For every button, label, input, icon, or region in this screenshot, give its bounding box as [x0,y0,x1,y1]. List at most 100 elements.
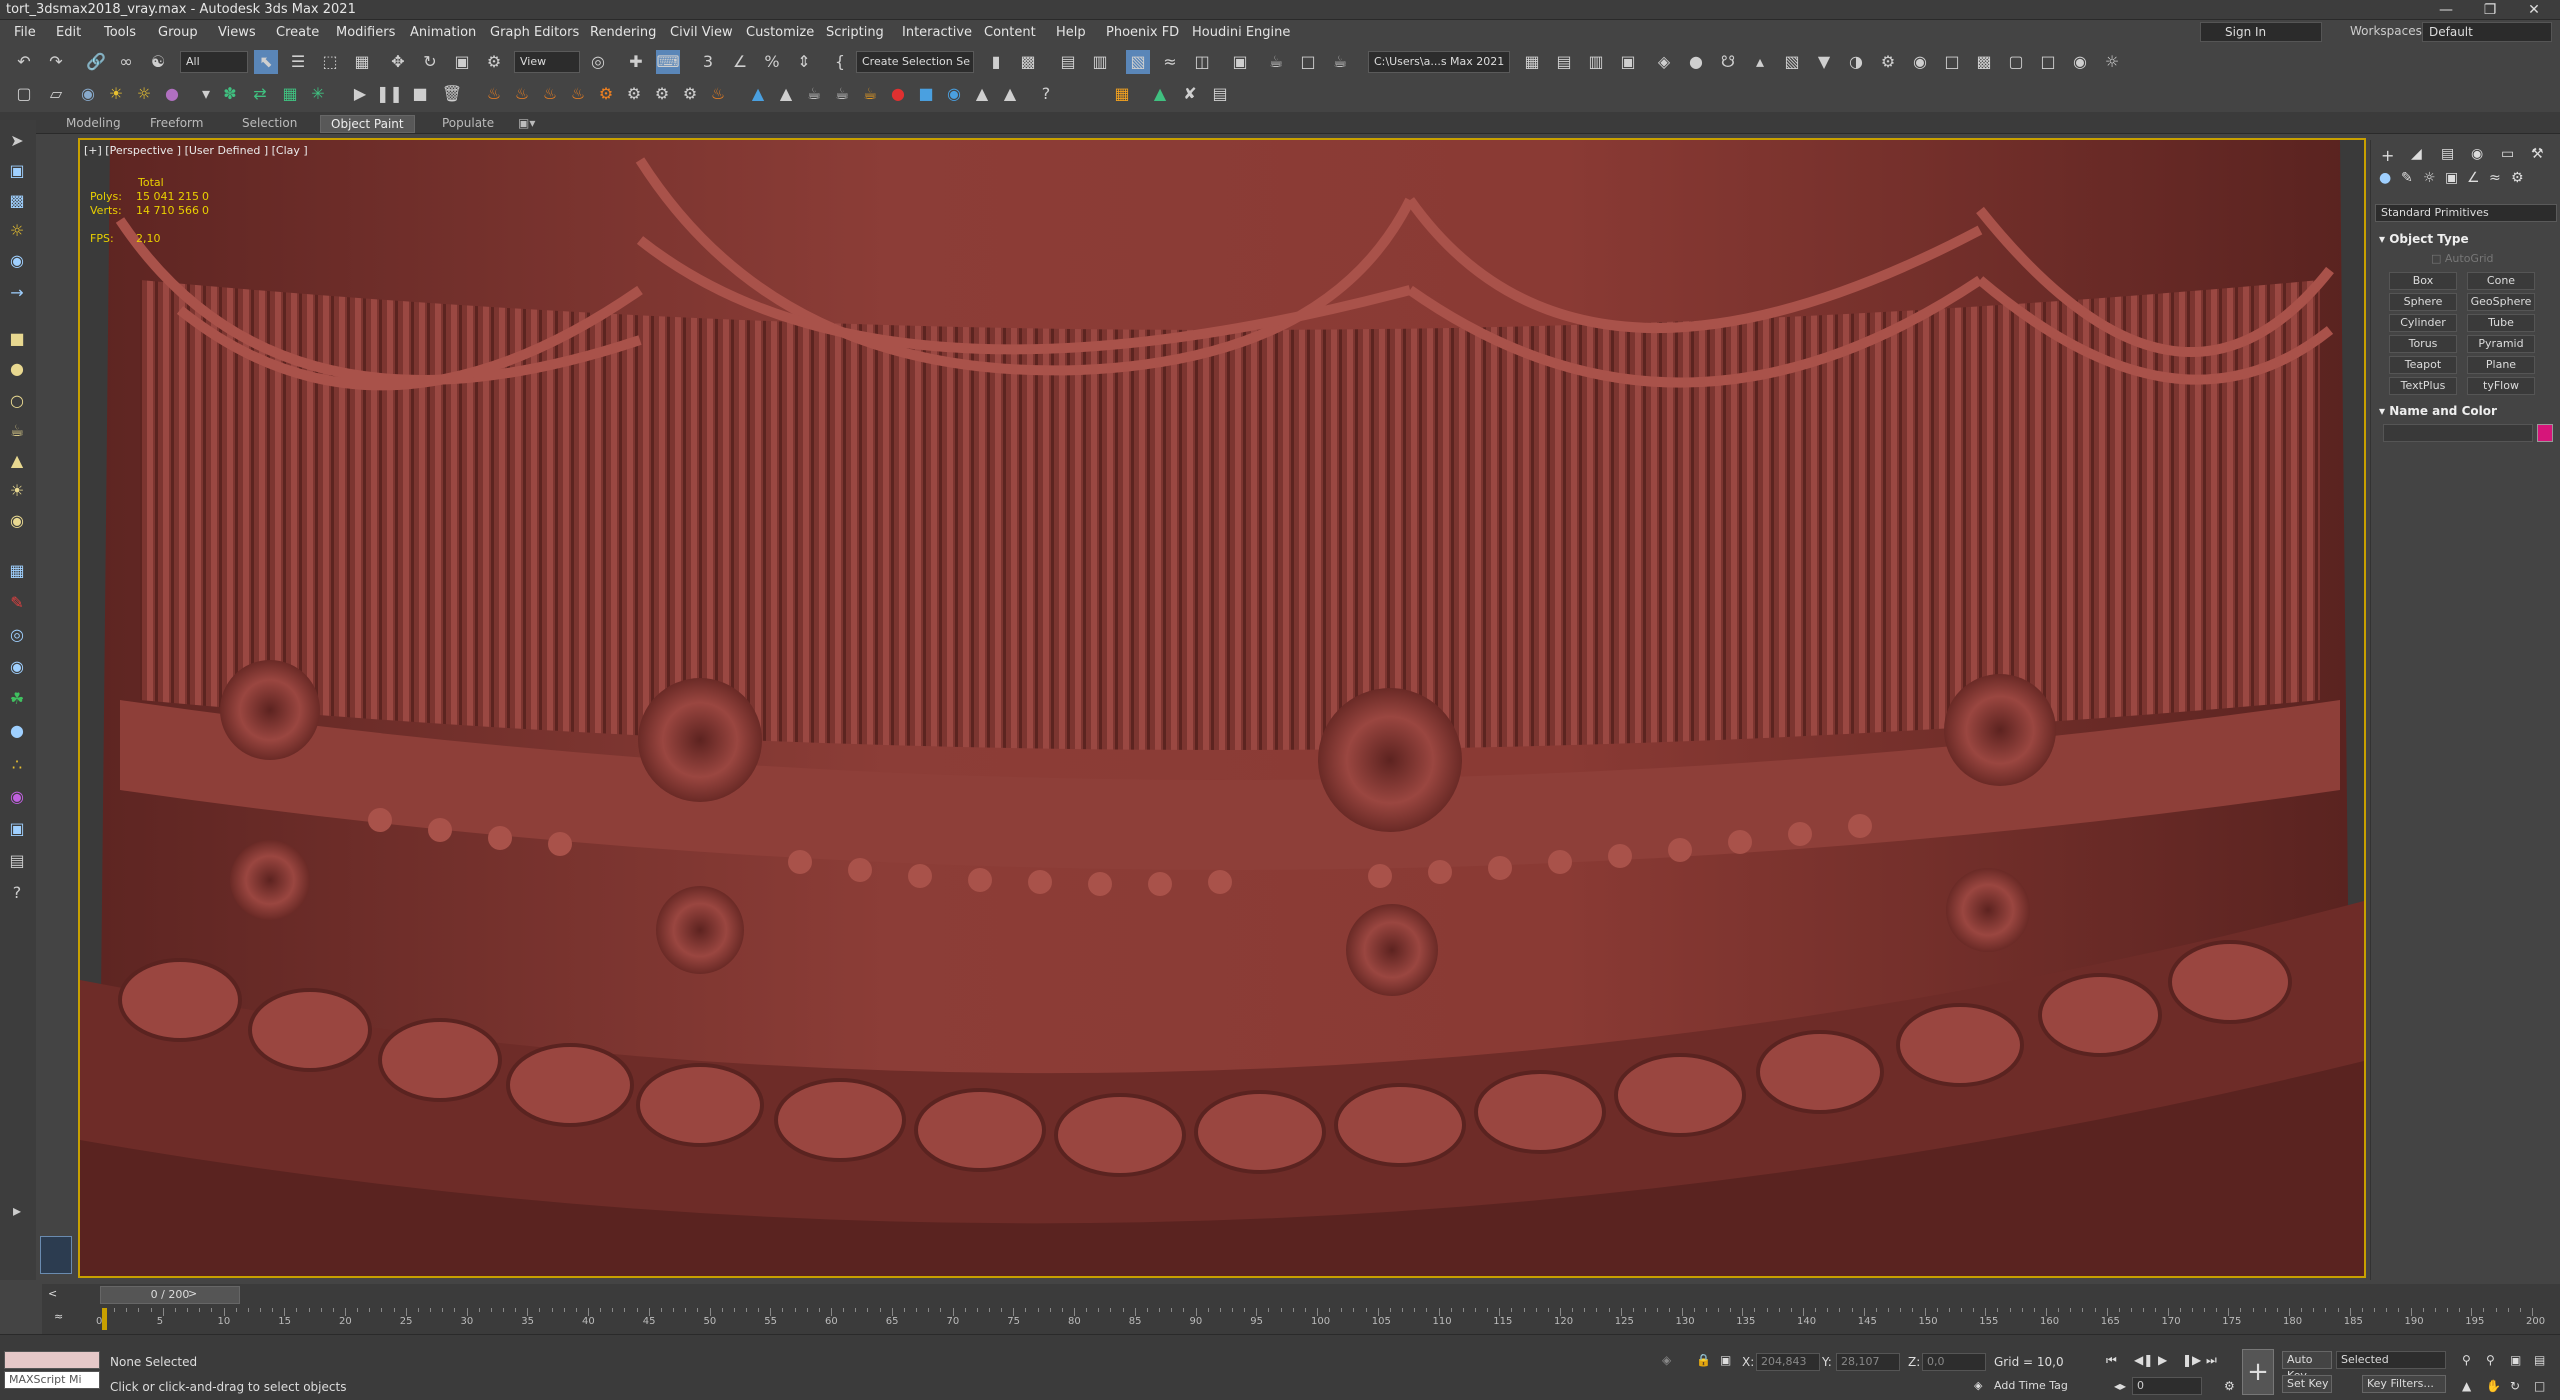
phoenix-sim-icon[interactable]: ⚙ [594,82,618,106]
pause-icon[interactable]: ❚❚ [376,82,403,106]
zoom-extents-all-icon[interactable]: ▤ [2534,1353,2545,1367]
menu-rendering[interactable]: Rendering [590,25,656,40]
motion-tab-icon[interactable]: ◉ [2471,146,2483,162]
sun-icon[interactable]: ☀ [104,82,128,106]
stop-icon[interactable]: ■ [408,82,432,106]
list-icon[interactable]: ▤ [1208,82,1232,106]
viewport-label[interactable]: [+] [Perspective ] [User Defined ] [Clay… [84,144,308,157]
restore-icon[interactable]: ❐ [2468,0,2512,20]
menu-views[interactable]: Views [218,25,256,40]
geosphere-button[interactable]: GeoSphere [2467,293,2535,311]
menu-create[interactable]: Create [276,25,319,40]
maximize-viewport-icon[interactable]: □ [2534,1379,2545,1393]
pivot-center-icon[interactable]: ◎ [586,50,610,74]
sphere-button[interactable]: Sphere [2389,293,2457,311]
modify-icon[interactable]: ▩ [6,190,28,212]
current-time-marker[interactable] [102,1308,107,1330]
phoenix-drop-icon[interactable]: ♨ [706,82,730,106]
named-selection-dropdown[interactable]: Create Selection Se [856,51,974,73]
cone-left-icon[interactable]: ▲ [6,450,28,472]
vray-icon-1[interactable]: ▦ [1520,50,1544,74]
paint-icon[interactable]: ✎ [6,592,28,614]
magic-icon[interactable]: ◉ [6,786,28,808]
sphere-light-icon[interactable]: ● [1684,50,1708,74]
tab-selection[interactable]: Selection [232,115,307,133]
fur-icon[interactable]: ☋ [1716,50,1740,74]
scene-explorer-icon[interactable]: ➤ [6,130,28,152]
grid-icon[interactable]: ▦ [278,82,302,106]
helpers-icon[interactable]: ∠ [2467,170,2480,186]
burst-icon[interactable]: ✳ [306,82,330,106]
select-by-name-icon[interactable]: ☰ [286,50,310,74]
maxscript-mini-field[interactable]: MAXScript Mi [4,1371,100,1389]
liquid-icon[interactable]: ▲ [746,82,770,106]
dropdown-arrow-icon[interactable]: ▾ [194,82,218,106]
play-animation-icon[interactable]: ▶ [2158,1353,2167,1367]
name-color-rollout-title[interactable]: ▾ Name and Color [2379,404,2497,418]
vfb-icon[interactable]: ▧ [1780,50,1804,74]
ribbon-toggle-icon[interactable]: ▧ [1126,50,1150,74]
object-color-swatch[interactable] [2537,424,2553,442]
create-icon[interactable]: ▣ [6,160,28,182]
pan-icon[interactable]: ✋ [2486,1379,2501,1393]
fluid-icon[interactable]: ● [6,720,28,742]
minimize-icon[interactable]: — [2424,0,2468,20]
transform-icon[interactable]: ⇄ [248,82,272,106]
shapes-icon[interactable]: ✎ [2401,170,2413,186]
close-icon[interactable]: ✕ [2512,0,2556,20]
menu-customize[interactable]: Customize [746,25,814,40]
dots-icon[interactable]: ∴ [6,754,28,776]
primitive-category-dropdown[interactable]: Standard Primitives [2375,204,2557,222]
teapot-button[interactable]: Teapot [2389,356,2457,374]
geometry-icon[interactable]: ● [2379,170,2391,186]
schematic-view-icon[interactable]: ◫ [1190,50,1214,74]
set-key-button[interactable]: Set Key [2282,1375,2332,1393]
unlink-icon[interactable]: ∞ [114,50,138,74]
phoenix-foam-icon[interactable]: ⚙ [650,82,674,106]
cylinder-button[interactable]: Cylinder [2389,314,2457,332]
ps-icon[interactable]: ▣ [6,818,28,840]
auto-key-button[interactable]: Auto Key [2282,1351,2332,1382]
autogrid-checkbox[interactable]: □ AutoGrid [2431,252,2494,265]
mirror-icon[interactable]: ▮ [984,50,1008,74]
time-config-icon[interactable]: ⚙ [2224,1379,2235,1393]
menu-scripting[interactable]: Scripting [826,25,884,40]
zoom-icon[interactable]: ⚲ [2462,1353,2471,1367]
menu-interactive[interactable]: Interactive [902,25,972,40]
pattern-icon[interactable]: ▦ [6,560,28,582]
helper-icon[interactable]: → [6,282,28,304]
create-tab-icon[interactable]: + [2381,146,2394,165]
lights-icon[interactable]: ☼ [2423,170,2436,186]
place-icon[interactable]: ⚙ [482,50,506,74]
lens-icon[interactable]: ◉ [2068,50,2092,74]
ref-coord-dropdown[interactable]: View [514,51,580,73]
cone-button[interactable]: Cone [2467,272,2535,290]
perspective-viewport[interactable]: [+] [Perspective ] [User Defined ] [Clay… [78,138,2366,1278]
phoenix-fire2-icon[interactable]: ♨ [510,82,534,106]
light-icon[interactable]: ◈ [1652,50,1676,74]
menu-civil-view[interactable]: Civil View [670,25,733,40]
undo-icon[interactable]: ↶ [12,50,36,74]
tab-modeling[interactable]: Modeling [56,115,131,133]
tree-icon[interactable]: ▲ [1148,82,1172,106]
utilities-tab-icon[interactable]: ⚒ [2531,146,2544,162]
select-object-icon[interactable]: ⬉ [254,50,278,74]
menu-edit[interactable]: Edit [56,25,81,40]
target-icon[interactable]: ◎ [6,624,28,646]
menu-tools[interactable]: Tools [104,25,136,40]
help-icon[interactable]: ? [1034,82,1058,106]
vray-icon-4[interactable]: ▣ [1616,50,1640,74]
plane-button[interactable]: Plane [2467,356,2535,374]
ies-icon[interactable]: ◑ [1844,50,1868,74]
tyflow-button[interactable]: tyFlow [2467,377,2535,395]
material-editor-icon[interactable]: ▣ [1228,50,1252,74]
tag-icon[interactable]: ▲ [970,82,994,106]
phoenix-fire-icon[interactable]: ♨ [482,82,506,106]
blue-square-icon[interactable]: ■ [914,82,938,106]
render-setup-icon[interactable]: ☕ [1264,50,1288,74]
daylight-icon[interactable]: ☼ [132,82,156,106]
y-coordinate-field[interactable]: 28,107 [1836,1353,1900,1371]
tab-object-paint[interactable]: Object Paint [320,115,415,133]
box-button[interactable]: Box [2389,272,2457,290]
script-icon[interactable]: ▤ [6,850,28,872]
